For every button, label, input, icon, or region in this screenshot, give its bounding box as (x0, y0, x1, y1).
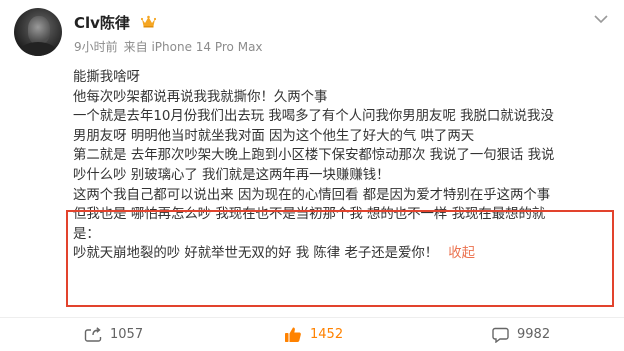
repost-icon (84, 326, 102, 342)
post-meta: 9小时前 来自 iPhone 14 Pro Max (74, 38, 269, 55)
comment-count: 9982 (517, 327, 551, 342)
post-line: 吵就天崩地裂的吵 好就举世无双的好 我 陈律 老子还是爱你！ (73, 246, 439, 262)
repost-count: 1057 (110, 327, 144, 342)
post-line: 但我也是 哪怕再怎么吵 我现在也不是当初那个我 想的也不一样 我现在最想的就 (73, 207, 546, 223)
post-line: 第二就是 去年那次吵架大晚上跑到小区楼下保安都惊动那次 我说了一句狠话 我说 (73, 148, 555, 164)
like-button[interactable]: 1452 (284, 318, 343, 351)
comment-button[interactable]: 9982 (492, 318, 550, 351)
post-line: 这两个我自己都可以说出来 因为现在的心情回看 都是因为爱才特别在乎这两个事 (73, 187, 551, 203)
comment-icon (492, 327, 509, 343)
crown-badge-icon (141, 15, 156, 28)
repost-button[interactable]: 1057 (84, 318, 143, 351)
post-line: 一个就是去年10月份我们出去玩 我喝多了有个人问我你男朋友呢 我脱口就说我没 (73, 109, 554, 125)
action-bar: 1057 1452 9982 (0, 318, 624, 351)
post-time: 9小时前 (74, 40, 118, 54)
post-line: 是： (73, 226, 100, 242)
post-line: 他每次吵架都说再说我我就撕你！久两个事 (73, 89, 328, 105)
post-source: 来自 iPhone 14 Pro Max (123, 40, 263, 54)
collapse-link[interactable]: 收起 (448, 246, 475, 261)
post-body: 能撕我啥呀 他每次吵架都说再说我我就撕你！久两个事 一个就是去年10月份我们出去… (73, 68, 618, 264)
chevron-down-icon[interactable] (594, 14, 608, 24)
post-line-last: 吵就天崩地裂的吵 好就举世无双的好 我 陈律 老子还是爱你！ 收起 (73, 244, 618, 264)
like-icon (285, 327, 301, 342)
post-line: 能撕我啥呀 (73, 70, 140, 85)
like-count: 1452 (310, 327, 344, 342)
post-line: 男朋友呀 明明他当时就坐我对面 因为这个他生了好大的气 哄了两天 (73, 128, 475, 144)
author-name[interactable]: Clv陈律 (74, 12, 130, 33)
avatar[interactable] (14, 8, 62, 56)
post-line: 吵什么吵 别玻璃心了 我们就是这两年再一块赚赚钱！ (73, 167, 390, 183)
post-header: Clv陈律 9小时前 来自 iPhone 14 Pro Max (14, 8, 610, 60)
